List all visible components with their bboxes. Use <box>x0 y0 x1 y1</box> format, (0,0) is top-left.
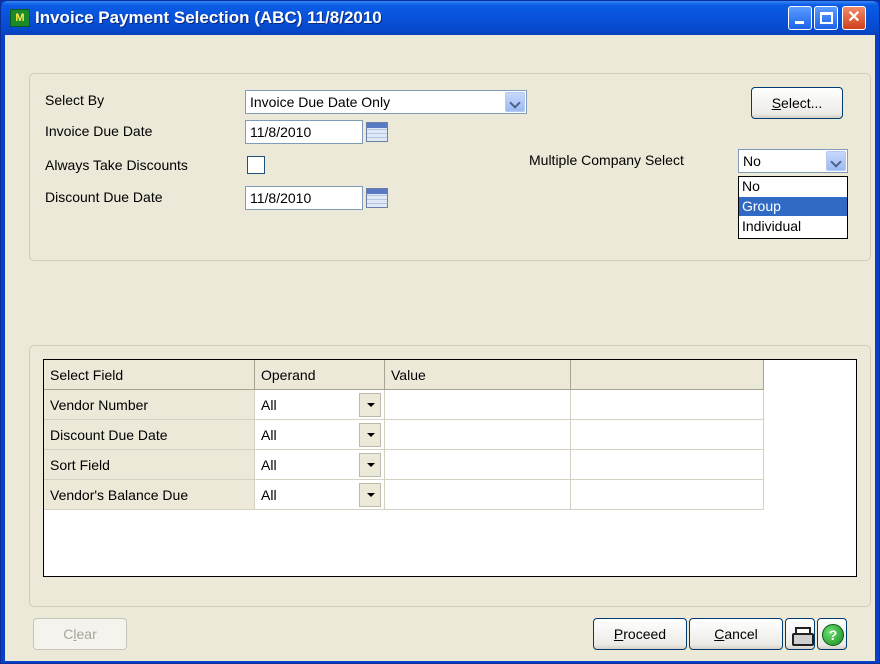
extra-cell <box>571 450 764 480</box>
discount-due-date-label: Discount Due Date <box>45 189 163 205</box>
select-button[interactable]: Select... <box>751 87 843 119</box>
proceed-button-label: roceed <box>623 626 667 642</box>
multiple-company-select-value: No <box>743 153 761 169</box>
client-area: Select By Invoice Due Date Only Invoice … <box>5 35 875 661</box>
maximize-icon <box>820 12 833 24</box>
clear-button-label-pre: C <box>63 626 74 642</box>
help-icon: ? <box>822 624 844 646</box>
close-icon: ✕ <box>847 9 861 26</box>
table-row[interactable]: Discount Due Date All <box>44 420 764 450</box>
grid-header-extra[interactable] <box>571 360 764 390</box>
chevron-down-icon[interactable] <box>505 92 525 112</box>
grid-header-value[interactable]: Value <box>385 360 571 390</box>
operand-cell[interactable]: All <box>255 450 385 480</box>
value-cell[interactable] <box>385 450 571 480</box>
select-field-cell: Discount Due Date <box>44 420 255 450</box>
chevron-down-icon[interactable] <box>359 483 381 507</box>
always-take-discounts-checkbox[interactable] <box>247 156 265 174</box>
operand-cell[interactable]: All <box>255 480 385 510</box>
invoice-due-date-field[interactable]: 11/8/2010 <box>245 120 363 144</box>
cancel-button-accelerator: C <box>714 626 725 642</box>
grid-header-operand[interactable]: Operand <box>255 360 385 390</box>
select-by-value: Invoice Due Date Only <box>250 94 391 110</box>
chevron-down-icon[interactable] <box>359 423 381 447</box>
close-button[interactable]: ✕ <box>842 6 866 30</box>
operand-value: All <box>261 427 277 443</box>
invoice-due-date-label: Invoice Due Date <box>45 123 153 139</box>
clear-button-label-post: ear <box>76 626 97 642</box>
printer-icon <box>792 627 814 646</box>
value-cell[interactable] <box>385 390 571 420</box>
operand-cell[interactable]: All <box>255 390 385 420</box>
select-button-label: elect... <box>781 95 823 111</box>
invoice-payment-selection-window: M Invoice Payment Selection (ABC) 11/8/2… <box>0 0 880 664</box>
chevron-down-icon[interactable] <box>359 393 381 417</box>
table-row[interactable]: Vendor Number All <box>44 390 764 420</box>
title-bar[interactable]: M Invoice Payment Selection (ABC) 11/8/2… <box>1 1 879 35</box>
table-row[interactable]: Vendor's Balance Due All <box>44 480 764 510</box>
app-logo-icon: M <box>10 9 30 27</box>
multiple-company-select-combo[interactable]: No <box>738 149 848 173</box>
grid-header-row: Select Field Operand Value <box>44 360 764 390</box>
selection-criteria-grid: Select Field Operand Value Vendor Number… <box>43 359 857 577</box>
operand-value: All <box>261 457 277 473</box>
proceed-button[interactable]: Proceed <box>593 618 687 650</box>
dropdown-option-no[interactable]: No <box>739 177 847 196</box>
maximize-button[interactable] <box>814 6 838 30</box>
value-cell[interactable] <box>385 480 571 510</box>
operand-value: All <box>261 487 277 503</box>
select-field-cell: Sort Field <box>44 450 255 480</box>
operand-value: All <box>261 397 277 413</box>
chevron-down-icon[interactable] <box>359 453 381 477</box>
calendar-icon[interactable] <box>366 188 388 208</box>
extra-cell <box>571 390 764 420</box>
proceed-button-accelerator: P <box>613 626 624 642</box>
always-take-discounts-label: Always Take Discounts <box>45 157 188 173</box>
extra-cell <box>571 480 764 510</box>
clear-button[interactable]: Clear <box>33 618 127 650</box>
table-row[interactable]: Sort Field All <box>44 450 764 480</box>
print-button[interactable] <box>785 618 815 650</box>
cancel-button[interactable]: Cancel <box>689 618 783 650</box>
minimize-icon <box>795 21 804 24</box>
select-field-cell: Vendor's Balance Due <box>44 480 255 510</box>
discount-due-date-field[interactable]: 11/8/2010 <box>245 186 363 210</box>
cancel-button-label: ancel <box>724 626 758 642</box>
dropdown-option-group[interactable]: Group <box>739 197 847 216</box>
select-by-label: Select By <box>45 92 105 108</box>
calendar-icon[interactable] <box>366 122 388 142</box>
chevron-down-icon[interactable] <box>826 151 846 171</box>
minimize-button[interactable] <box>788 6 812 30</box>
dropdown-option-individual[interactable]: Individual <box>739 217 847 236</box>
grid-header-select-field[interactable]: Select Field <box>44 360 255 390</box>
select-button-accelerator: S <box>771 95 782 111</box>
help-button[interactable]: ? <box>817 618 847 650</box>
window-title: Invoice Payment Selection (ABC) 11/8/201… <box>35 8 382 27</box>
select-field-cell: Vendor Number <box>44 390 255 420</box>
multiple-company-dropdown-list[interactable]: No Group Individual <box>738 176 848 239</box>
value-cell[interactable] <box>385 420 571 450</box>
extra-cell <box>571 420 764 450</box>
operand-cell[interactable]: All <box>255 420 385 450</box>
multiple-company-select-label: Multiple Company Select <box>529 152 684 168</box>
select-by-combo[interactable]: Invoice Due Date Only <box>245 90 527 114</box>
